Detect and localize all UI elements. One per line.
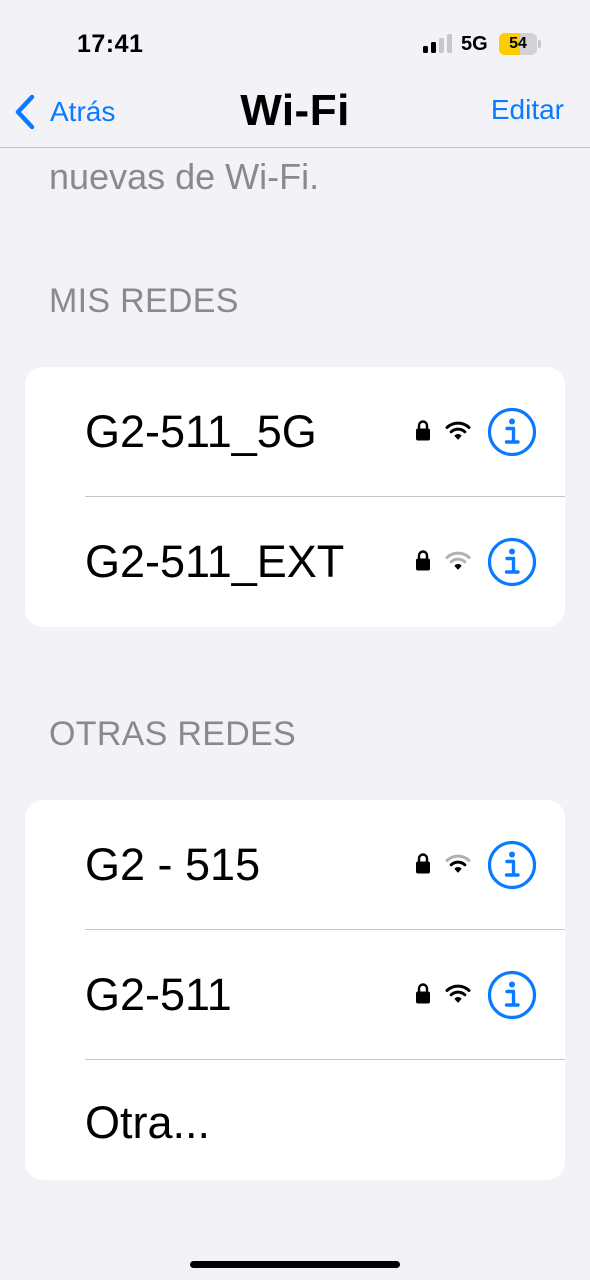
wifi-settings-screen: 17:41 5G 54 Atrás Wi-Fi Editar nuevas de… bbox=[0, 0, 590, 1280]
network-row[interactable]: G2-511 bbox=[25, 930, 565, 1060]
network-name: G2-511_5G bbox=[85, 406, 317, 457]
network-type: 5G bbox=[461, 33, 488, 55]
other-networks-list: G2 - 515 G2-511 Otra... bbox=[25, 800, 565, 1180]
status-time: 17:41 bbox=[77, 30, 144, 58]
lock-icon bbox=[416, 420, 430, 441]
info-button[interactable] bbox=[487, 840, 537, 890]
edit-button[interactable]: Editar bbox=[491, 94, 564, 126]
navigation-bar: Atrás Wi-Fi Editar bbox=[0, 80, 590, 148]
battery-level: 54 bbox=[509, 35, 527, 52]
network-row[interactable]: G2 - 515 bbox=[25, 800, 565, 930]
network-row[interactable]: G2-511_5G bbox=[25, 367, 565, 497]
info-button[interactable] bbox=[487, 537, 537, 587]
wifi-icon bbox=[445, 421, 471, 440]
lock-icon bbox=[416, 983, 430, 1004]
wifi-icon bbox=[445, 984, 471, 1003]
info-button[interactable] bbox=[487, 407, 537, 457]
section-header-my-networks: MIS REDES bbox=[49, 282, 239, 320]
other-network-label: Otra... bbox=[85, 1097, 211, 1148]
lock-icon bbox=[416, 853, 430, 874]
network-row[interactable]: G2-511_EXT bbox=[25, 497, 565, 627]
home-indicator[interactable] bbox=[190, 1261, 400, 1268]
lock-icon bbox=[416, 550, 430, 571]
network-name: G2-511 bbox=[85, 969, 232, 1020]
other-network-row[interactable]: Otra... bbox=[25, 1060, 565, 1180]
intro-text: nuevas de Wi-Fi. bbox=[49, 156, 320, 197]
my-networks-list: G2-511_5G G2-511_EXT bbox=[25, 367, 565, 627]
network-name: G2 - 515 bbox=[85, 839, 261, 890]
wifi-icon bbox=[445, 551, 471, 570]
cellular-signal-icon bbox=[423, 34, 452, 53]
network-name: G2-511_EXT bbox=[85, 536, 345, 587]
section-header-other-networks: OTRAS REDES bbox=[49, 715, 297, 753]
battery-icon: 54 bbox=[499, 33, 541, 55]
info-button[interactable] bbox=[487, 970, 537, 1020]
status-bar: 17:41 5G 54 bbox=[0, 0, 590, 80]
wifi-icon bbox=[445, 854, 471, 873]
